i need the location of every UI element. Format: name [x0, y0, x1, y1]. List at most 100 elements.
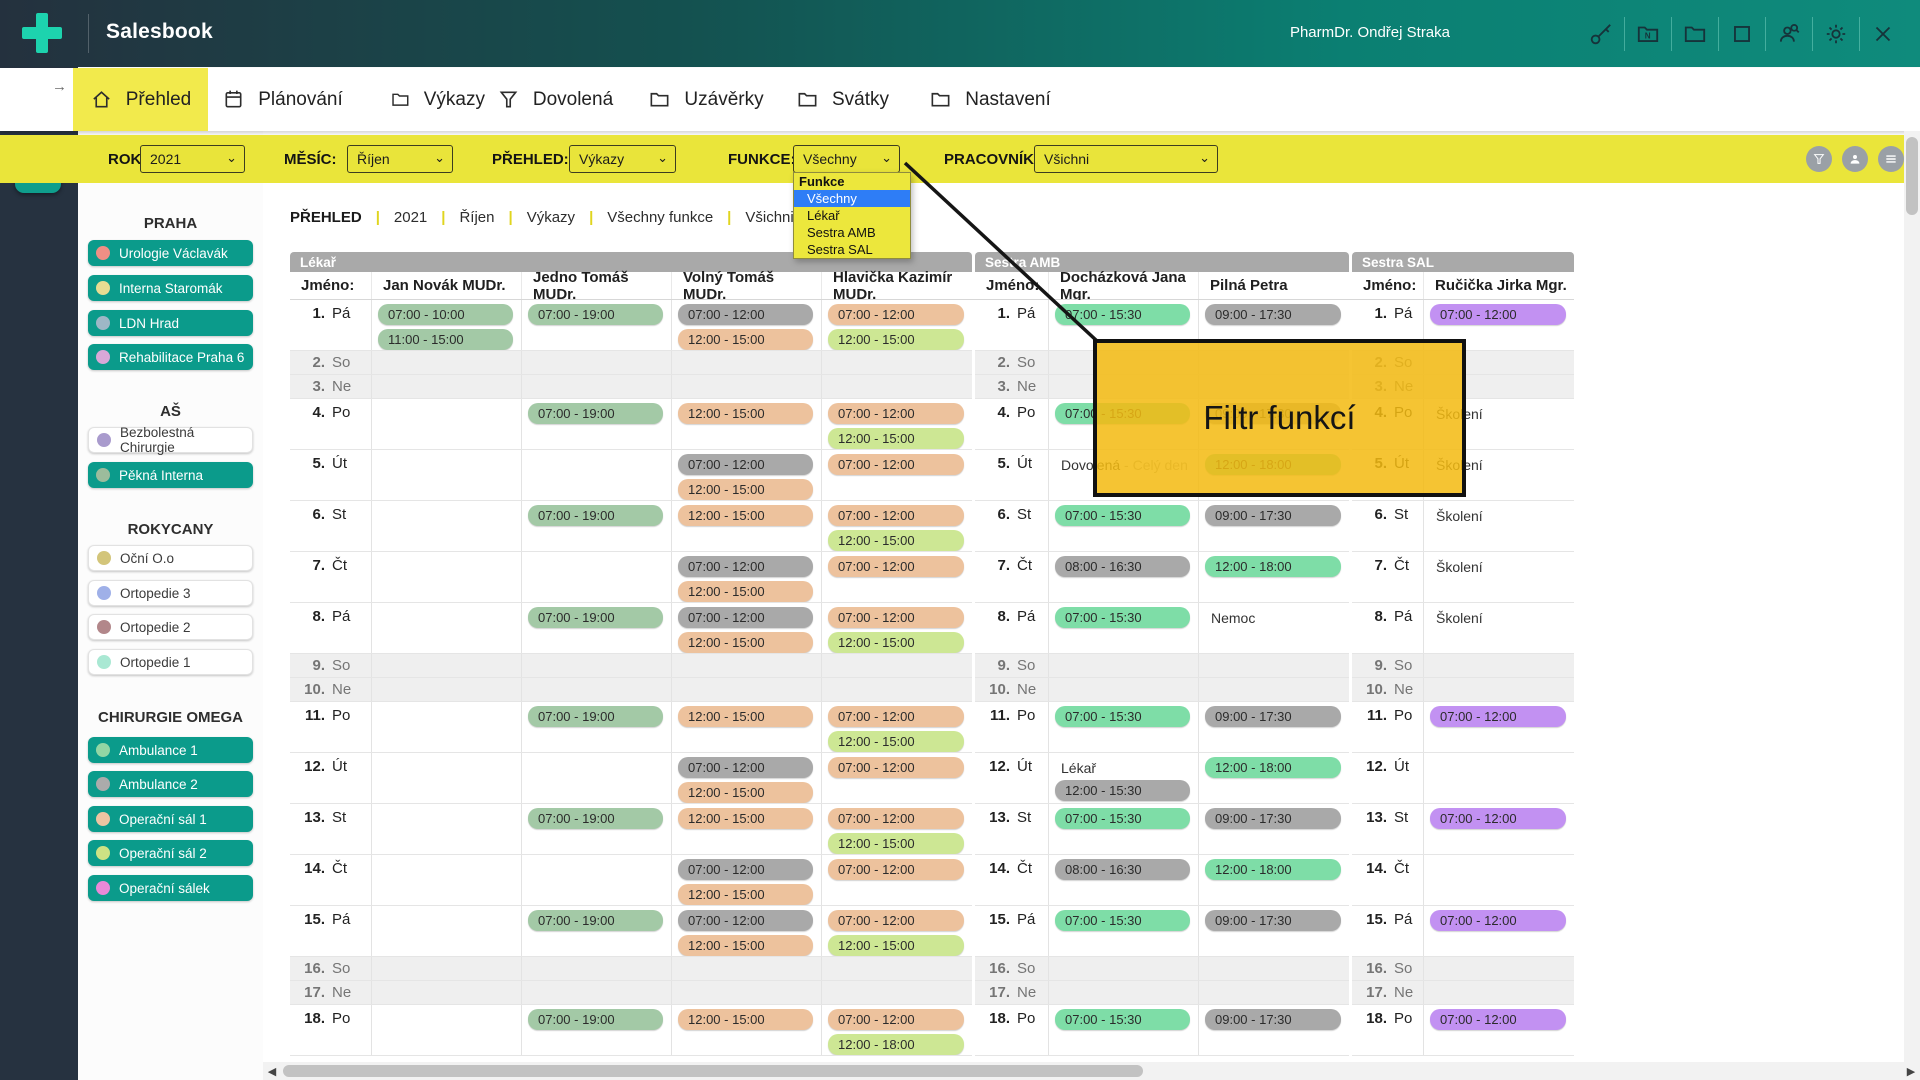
dropdown-option-l-ka[interactable]: Lékař	[794, 207, 910, 224]
shift-pill[interactable]: 07:00 - 12:00	[678, 859, 813, 880]
shift-cell[interactable]: 07:00 - 12:0012:00 - 18:00	[822, 1005, 972, 1055]
shift-cell[interactable]: 12:00 - 15:00	[672, 1005, 822, 1055]
filter-select-p-ehled[interactable]: Výkazy⌄	[569, 145, 676, 173]
shift-cell[interactable]	[822, 981, 972, 1004]
shift-pill[interactable]: 07:00 - 19:00	[528, 910, 663, 931]
dropdown-option-sestra-sal[interactable]: Sestra SAL	[794, 241, 910, 258]
sidebar-item-interna-starom-k[interactable]: Interna Staromák	[88, 275, 253, 301]
shift-cell[interactable]	[522, 375, 672, 398]
shift-pill[interactable]: 12:00 - 15:00	[828, 632, 964, 653]
shift-cell[interactable]: 07:00 - 12:0012:00 - 15:00	[672, 603, 822, 653]
shift-pill[interactable]: 07:00 - 19:00	[528, 403, 663, 424]
shift-cell[interactable]	[372, 678, 522, 701]
shift-cell[interactable]: 12:00 - 18:00	[1199, 753, 1349, 803]
shift-cell[interactable]	[1424, 957, 1574, 980]
shift-pill[interactable]: 12:00 - 15:00	[678, 782, 813, 803]
tool-menu-button[interactable]	[1878, 146, 1904, 172]
sidebar-item-opera-n-s-lek[interactable]: Operační sálek	[88, 875, 253, 901]
shift-cell[interactable]: 07:00 - 19:00	[522, 906, 672, 956]
sidebar-item-ambulance-2[interactable]: Ambulance 2	[88, 771, 253, 797]
shift-cell[interactable]	[522, 753, 672, 803]
shift-pill[interactable]: 12:00 - 15:00	[678, 935, 813, 956]
sidebar-item-urologie-v-clav-k[interactable]: Urologie Václavák	[88, 240, 253, 266]
shift-pill[interactable]: 07:00 - 19:00	[528, 706, 663, 727]
shift-cell[interactable]: 12:00 - 15:00	[672, 702, 822, 752]
shift-pill[interactable]: 07:00 - 12:00	[828, 808, 964, 829]
shift-cell[interactable]: 09:00 - 17:30	[1199, 702, 1349, 752]
shift-cell[interactable]: 07:00 - 12:00	[1424, 702, 1574, 752]
shift-pill[interactable]: 09:00 - 17:30	[1205, 505, 1341, 526]
shift-cell[interactable]: 07:00 - 12:00	[1424, 1005, 1574, 1055]
shift-pill[interactable]: 07:00 - 15:30	[1055, 304, 1190, 325]
tab-dovolen[interactable]: Dovolená	[496, 68, 614, 131]
breadcrumb-item-jen[interactable]: Říjen	[459, 209, 494, 226]
shift-cell[interactable]: 07:00 - 12:00	[1424, 906, 1574, 956]
topbar-folder-n-button[interactable]: N	[1633, 19, 1663, 49]
shift-pill[interactable]: 07:00 - 15:30	[1055, 808, 1190, 829]
shift-cell[interactable]: 07:00 - 19:00	[522, 702, 672, 752]
shift-cell[interactable]: 07:00 - 15:30	[1049, 1005, 1199, 1055]
scroll-left-arrow[interactable]: ◀	[263, 1062, 281, 1080]
shift-cell[interactable]	[522, 450, 672, 500]
shift-pill[interactable]: 11:00 - 15:00	[378, 329, 513, 350]
shift-pill[interactable]: 09:00 - 17:30	[1205, 706, 1341, 727]
shift-pill[interactable]: 07:00 - 12:00	[1430, 910, 1566, 931]
shift-pill[interactable]: 12:00 - 15:00	[678, 884, 813, 905]
shift-cell[interactable]: 07:00 - 12:0012:00 - 15:00	[822, 300, 972, 350]
shift-cell[interactable]	[822, 678, 972, 701]
shift-cell[interactable]	[822, 351, 972, 374]
shift-pill[interactable]: 07:00 - 12:00	[828, 607, 964, 628]
shift-cell[interactable]	[1049, 981, 1199, 1004]
shift-pill[interactable]: 09:00 - 17:30	[1205, 910, 1341, 931]
shift-pill[interactable]: 12:00 - 15:00	[828, 428, 964, 449]
shift-cell[interactable]	[372, 654, 522, 677]
filter-select-pracovn-k[interactable]: Všichni⌄	[1034, 145, 1218, 173]
tab-p-ehled[interactable]: Přehled	[73, 68, 208, 131]
shift-cell[interactable]	[1424, 753, 1574, 803]
breadcrumb-item-v-ichni[interactable]: Všichni	[745, 209, 793, 226]
shift-cell[interactable]: 07:00 - 19:00	[522, 1005, 672, 1055]
tab-sv-tky[interactable]: Svátky	[790, 68, 895, 131]
shift-cell[interactable]: 07:00 - 12:00	[822, 450, 972, 500]
shift-pill[interactable]: 12:00 - 15:00	[828, 329, 964, 350]
shift-pill[interactable]: 12:00 - 15:00	[678, 479, 813, 500]
shift-cell[interactable]	[372, 957, 522, 980]
filter-select-rok[interactable]: 2021⌄	[140, 145, 245, 173]
shift-cell[interactable]: 07:00 - 15:30	[1049, 501, 1199, 551]
shift-cell[interactable]	[372, 804, 522, 854]
shift-cell[interactable]	[372, 1005, 522, 1055]
shift-pill[interactable]: 07:00 - 12:00	[1430, 1009, 1566, 1030]
breadcrumb-item-2021[interactable]: 2021	[394, 209, 427, 226]
shift-pill[interactable]: 12:00 - 18:00	[1205, 757, 1341, 778]
shift-cell[interactable]: 09:00 - 17:30	[1199, 501, 1349, 551]
shift-cell[interactable]	[1049, 957, 1199, 980]
shift-cell[interactable]: 09:00 - 17:30	[1199, 1005, 1349, 1055]
shift-cell[interactable]	[522, 351, 672, 374]
shift-cell[interactable]	[822, 654, 972, 677]
sidebar-item-ortopedie-1[interactable]: Ortopedie 1	[88, 649, 253, 675]
topbar-folder-button[interactable]	[1680, 19, 1710, 49]
tab-nastaven[interactable]: Nastavení	[920, 68, 1060, 131]
shift-cell[interactable]: 12:00 - 15:00	[672, 501, 822, 551]
shift-cell[interactable]: 12:00 - 15:00	[672, 399, 822, 449]
shift-cell[interactable]: 07:00 - 19:00	[522, 399, 672, 449]
shift-pill[interactable]: 07:00 - 12:00	[678, 910, 813, 931]
shift-pill[interactable]: 09:00 - 17:30	[1205, 304, 1341, 325]
shift-cell[interactable]: 07:00 - 19:00	[522, 300, 672, 350]
shift-cell[interactable]	[672, 981, 822, 1004]
back-arrow-icon[interactable]: →	[52, 78, 67, 95]
shift-cell[interactable]: 12:00 - 15:00	[672, 804, 822, 854]
shift-cell[interactable]	[1049, 654, 1199, 677]
shift-pill[interactable]: 07:00 - 12:00	[828, 1009, 964, 1030]
shift-pill[interactable]: 07:00 - 15:30	[1055, 1009, 1190, 1030]
shift-cell[interactable]: 07:00 - 12:00	[1424, 804, 1574, 854]
shift-pill[interactable]: 07:00 - 19:00	[528, 505, 663, 526]
shift-cell[interactable]	[372, 501, 522, 551]
dropdown-option-v-echny[interactable]: Všechny	[794, 190, 910, 207]
topbar-user-search-button[interactable]	[1774, 19, 1804, 49]
tab-v-kazy[interactable]: Výkazy	[390, 68, 485, 131]
shift-pill[interactable]: 07:00 - 12:00	[678, 607, 813, 628]
shift-cell[interactable]: 07:00 - 19:00	[522, 804, 672, 854]
shift-pill[interactable]: 12:00 - 15:00	[678, 808, 813, 829]
sidebar-item-opera-n-s-l-1[interactable]: Operační sál 1	[88, 806, 253, 832]
